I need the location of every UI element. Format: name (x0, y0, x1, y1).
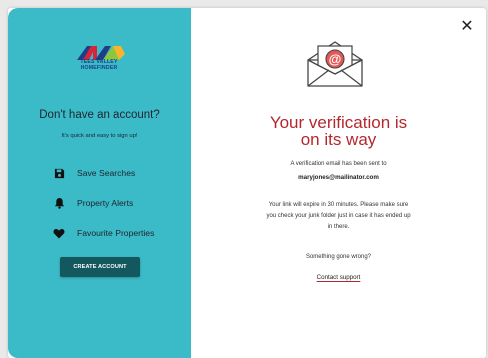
sent-notice: A verification email has been sent to (290, 161, 387, 167)
signup-panel: TEES VALLEY HOMEFINDER Don't have an acc… (8, 8, 191, 358)
floppy-disk-icon (52, 166, 66, 180)
something-wrong-text: Something gone wrong? (305, 254, 372, 260)
close-icon[interactable]: ✕ (458, 17, 476, 35)
feature-property-alerts: Property Alerts (52, 196, 133, 210)
signup-subtitle: It's quick and easy to sign up! (61, 133, 138, 139)
expiry-line: in there. (327, 224, 350, 230)
svg-text:@: @ (329, 52, 342, 67)
contact-support-row: Contact support (191, 274, 486, 281)
contact-support-link[interactable]: Contact support (317, 274, 361, 281)
expiry-line: Your link will expire in 30 minutes. Ple… (268, 202, 409, 208)
logo-text-line2: HOMEFINDER (80, 65, 118, 71)
recipient-email: maryjones@mailinator.com (298, 174, 379, 181)
heart-icon (52, 226, 66, 240)
signup-title: Don't have an account? (39, 109, 160, 121)
expiry-notice: Your link will expire in 30 minutes. Ple… (191, 200, 486, 233)
bell-icon (52, 196, 66, 210)
verification-modal: TEES VALLEY HOMEFINDER Don't have an acc… (8, 8, 486, 358)
feature-label: Save Searches (77, 168, 136, 178)
verification-title: Your verification is on its way (269, 113, 408, 149)
create-account-button[interactable]: CREATE ACCOUNT (60, 257, 140, 277)
feature-favourite-properties: Favourite Properties (52, 226, 154, 240)
feature-label: Property Alerts (77, 198, 134, 208)
expiry-line: you check your junk folder just in case … (266, 213, 411, 219)
email-envelope-icon: @ (307, 41, 363, 87)
feature-save-searches: Save Searches (52, 166, 135, 180)
feature-label: Favourite Properties (77, 228, 155, 238)
logo-wordmark: TEES VALLEY HOMEFINDER (64, 59, 134, 71)
